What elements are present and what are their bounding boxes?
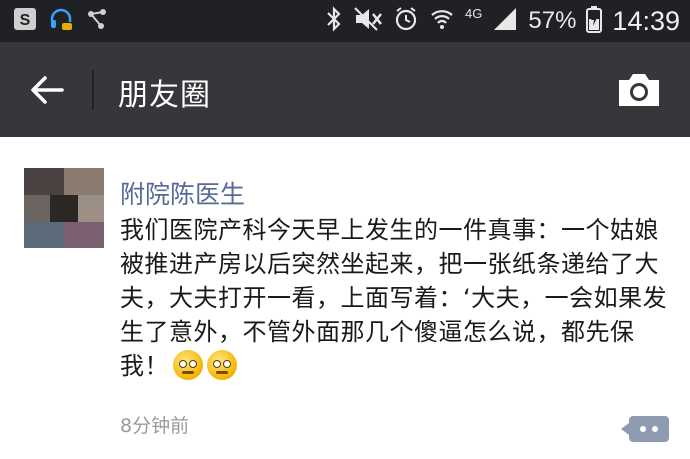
sweat-smile-emoji-icon <box>207 350 237 380</box>
camera-icon <box>619 74 659 106</box>
post-text: 我们医院产科今天早上发生的一件真事：一个姑娘被推进产房以后突然坐起来，把一张纸条… <box>120 216 668 380</box>
share-icon <box>84 6 110 32</box>
avatar[interactable] <box>24 168 104 248</box>
comment-icon-dot <box>652 426 658 432</box>
wifi-icon <box>429 6 455 36</box>
comment-button[interactable] <box>621 416 669 442</box>
signal-icon <box>492 6 518 36</box>
status-right-icons: 4G 57% 14:39 <box>325 0 680 42</box>
battery-percent: 57% <box>528 7 577 34</box>
post-content: 我们医院产科今天早上发生的一件真事：一个姑娘被推进产房以后突然坐起来，把一张纸条… <box>120 213 675 383</box>
post-timestamp: 8分钟前 <box>120 415 190 437</box>
mute-icon <box>353 6 383 36</box>
clock: 14:39 <box>612 5 680 36</box>
network-type: 4G <box>465 5 483 21</box>
page-title: 朋友圈 <box>118 78 211 113</box>
status-bar: S 4G 57% 14:39 <box>0 0 690 42</box>
moments-post: 附院陈医生 我们医院产科今天早上发生的一件真事：一个姑娘被推进产房以后突然坐起来… <box>0 137 690 459</box>
camera-button[interactable] <box>616 70 662 110</box>
back-button[interactable] <box>22 68 72 112</box>
status-left-icons: S <box>12 6 110 32</box>
headset-icon <box>48 6 74 32</box>
svg-text:S: S <box>20 12 31 29</box>
back-arrow-icon <box>31 76 64 104</box>
post-author-name[interactable]: 附院陈医生 <box>120 175 245 211</box>
top-navigation-bar: 朋友圈 <box>0 42 690 137</box>
nav-divider <box>92 70 94 110</box>
alarm-icon <box>393 6 419 36</box>
bluetooth-icon <box>325 6 343 36</box>
battery-icon <box>586 5 603 37</box>
sweat-smile-emoji-icon <box>173 350 203 380</box>
sim-icon: S <box>12 6 38 32</box>
comment-icon <box>640 426 646 432</box>
